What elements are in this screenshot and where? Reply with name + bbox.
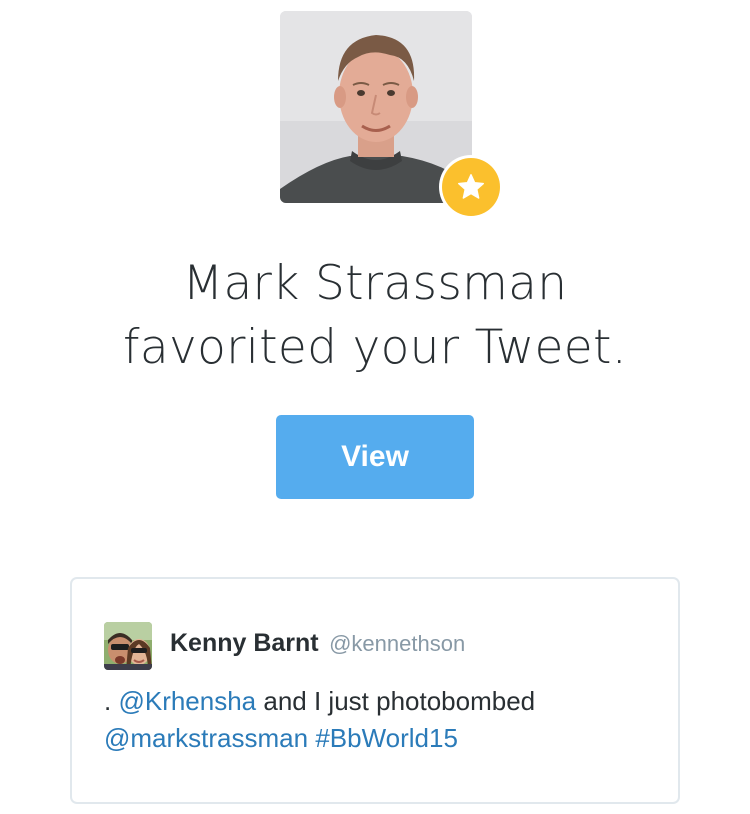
tweet-card[interactable]: Kenny Barnt @kennethson . @Krhensha and … — [70, 577, 680, 804]
favorite-badge — [439, 155, 503, 219]
tweet-author-name[interactable]: Kenny Barnt — [170, 629, 319, 657]
tweet-header: Kenny Barnt @kennethson — [170, 629, 465, 658]
headline-user-name: Mark Strassman — [182, 256, 568, 311]
tweet-author-handle[interactable]: @kennethson — [329, 631, 465, 656]
hashtag-link-bbworld15[interactable]: #BbWorld15 — [315, 723, 458, 753]
tweet-text-middle: and I just photobombed — [256, 686, 536, 716]
favorite-badge-circle — [442, 158, 500, 216]
tweet-author-avatar[interactable] — [104, 622, 152, 670]
mention-link-markstrassman[interactable]: @markstrassman — [104, 723, 308, 753]
notification-headline: Mark Strassman favorited your Tweet. — [0, 252, 750, 380]
star-icon — [458, 174, 484, 199]
headline-action-text: favorited your Tweet. — [123, 320, 627, 375]
tweet-text-prefix: . — [104, 686, 119, 716]
favoriter-avatar-container — [280, 11, 503, 219]
tweet-text: . @Krhensha and I just photobombed @mark… — [104, 683, 664, 757]
view-button[interactable]: View — [276, 415, 474, 499]
mention-link-krhensha[interactable]: @Krhensha — [118, 686, 256, 716]
